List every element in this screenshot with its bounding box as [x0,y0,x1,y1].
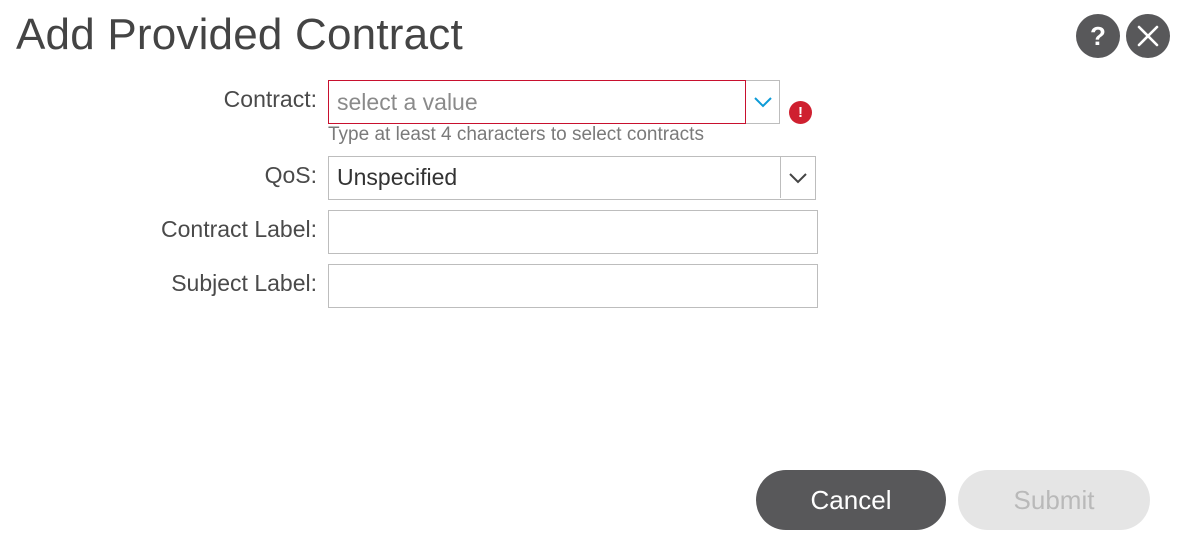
close-icon [1137,25,1159,47]
contract-dropdown-toggle[interactable] [746,80,780,124]
chevron-down-icon [789,172,807,183]
add-provided-contract-dialog: Add Provided Contract ? Contract: ! Type… [0,0,1190,550]
help-icon: ? [1090,21,1106,51]
close-button[interactable] [1126,14,1170,58]
submit-button[interactable]: Submit [958,470,1150,530]
help-button[interactable]: ? [1076,14,1120,58]
chevron-down-icon [753,97,772,108]
contract-field-label: Contract: [223,86,317,112]
dialog-title: Add Provided Contract [16,10,463,59]
qos-dropdown-toggle[interactable] [780,157,815,198]
subject-label-field-label: Subject Label: [171,270,317,296]
error-icon: ! [789,101,812,124]
qos-select[interactable]: Unspecified [328,156,816,200]
cancel-button[interactable]: Cancel [756,470,946,530]
contract-label-field-label: Contract Label: [161,216,317,242]
contract-hint-text: Type at least 4 characters to select con… [328,124,704,145]
qos-selected-value: Unspecified [337,164,458,190]
contract-label-input[interactable] [328,210,818,254]
contract-input[interactable] [328,80,746,124]
subject-label-input[interactable] [328,264,818,308]
qos-field-label: QoS: [264,162,317,188]
